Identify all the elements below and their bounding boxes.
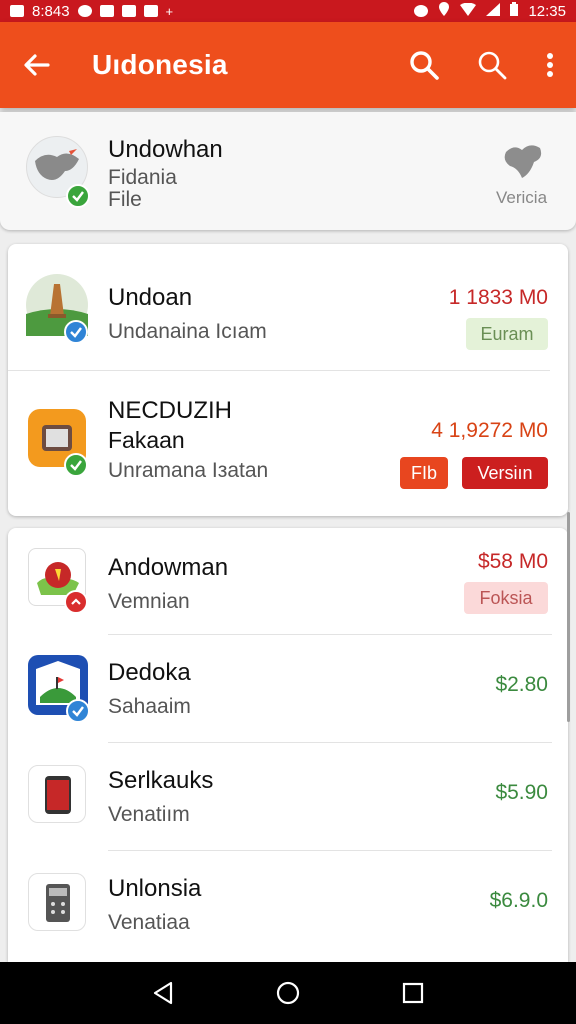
back-button[interactable] bbox=[16, 45, 56, 85]
search-icon bbox=[478, 51, 507, 80]
item-title: NECDUZIH bbox=[108, 397, 232, 424]
nav-home-button[interactable] bbox=[268, 973, 308, 1013]
mail-icon bbox=[10, 5, 24, 17]
nav-back-button[interactable] bbox=[143, 973, 183, 1013]
notification-icon bbox=[77, 5, 92, 17]
phone-icon bbox=[45, 776, 71, 814]
item-price: $58 M0 bbox=[477, 550, 548, 573]
search-icon bbox=[410, 51, 439, 80]
header-title: Undowhan bbox=[108, 136, 223, 163]
sd-card-icon bbox=[99, 5, 114, 17]
list-item[interactable]: Dedoka Sahaaim $2.80 bbox=[8, 635, 568, 742]
app-notification-icon bbox=[143, 5, 158, 17]
scrollbar[interactable] bbox=[567, 512, 570, 722]
map-silhouette-icon bbox=[500, 140, 546, 185]
app-avatar bbox=[28, 873, 86, 931]
header-right-label: Vericia bbox=[496, 188, 548, 207]
item-title: Unlonsia bbox=[108, 875, 202, 902]
version-button[interactable]: Versiın bbox=[462, 457, 548, 489]
item-price: $5.90 bbox=[495, 781, 548, 804]
item-title: Serlkauks bbox=[108, 767, 214, 794]
list-item[interactable]: Undoan Undanaina Icıam 1 1833 M0 Euram bbox=[8, 244, 568, 370]
item-price: $6.9.0 bbox=[489, 889, 548, 912]
badge-icon bbox=[64, 590, 88, 614]
item-price: 4 1,9272 M0 bbox=[431, 419, 548, 442]
search-button[interactable] bbox=[404, 45, 444, 85]
item-subtitle: Unramana Iзatan bbox=[108, 459, 269, 482]
search-secondary-button[interactable] bbox=[472, 45, 512, 85]
alarm-icon bbox=[414, 5, 429, 17]
app-list-card: Andowman Vemnian $58 M0 Foksia Dedoka Sa… bbox=[8, 528, 568, 962]
battery-icon bbox=[510, 2, 519, 20]
back-triangle-icon bbox=[153, 981, 172, 1005]
status-bar: 8:843 + 12:35 bbox=[0, 0, 576, 22]
more-options-button[interactable] bbox=[540, 45, 560, 85]
status-chip[interactable]: Euram bbox=[466, 318, 548, 350]
verified-icon bbox=[64, 453, 88, 477]
image-icon bbox=[121, 5, 136, 17]
item-subtitle: Venatiım bbox=[108, 803, 190, 826]
page-title: Uıdonesia bbox=[92, 49, 228, 80]
list-item[interactable]: NECDUZIH Fakaan Unramana Iзatan 4 1,9272… bbox=[8, 371, 568, 516]
home-circle-icon bbox=[276, 981, 300, 1005]
verified-icon bbox=[66, 699, 90, 723]
list-item[interactable]: Serlkauks Venatiım $5.90 bbox=[8, 743, 568, 850]
verified-icon bbox=[64, 320, 88, 344]
app-bar: Uıdonesia bbox=[0, 22, 576, 108]
status-time-left: 8:843 bbox=[32, 2, 70, 20]
item-title: Undoan bbox=[108, 284, 193, 311]
app-avatar bbox=[28, 765, 86, 823]
signal-icon bbox=[486, 2, 501, 20]
item-title: Dedoka bbox=[108, 659, 191, 686]
featured-list-card: Undoan Undanaina Icıam 1 1833 M0 Euram N… bbox=[8, 244, 568, 516]
calculator-icon bbox=[46, 884, 70, 922]
nav-recents-button[interactable] bbox=[393, 973, 433, 1013]
item-price: 1 1833 M0 bbox=[448, 286, 548, 309]
plus-icon: + bbox=[165, 3, 174, 19]
item-subtitle: Vemnian bbox=[108, 590, 190, 613]
recents-square-icon bbox=[403, 982, 424, 1004]
location-icon bbox=[438, 2, 450, 20]
arrow-back-icon bbox=[24, 54, 50, 76]
item-subtitle: Undanaina Icıam bbox=[108, 320, 267, 343]
verified-icon bbox=[66, 184, 90, 208]
more-vert-icon bbox=[547, 53, 553, 77]
list-item[interactable]: Unlonsia Venatiaa $6.9.0 bbox=[8, 851, 568, 958]
status-time-right: 12:35 bbox=[528, 2, 566, 20]
system-nav-bar bbox=[0, 962, 576, 1024]
country-header-card[interactable]: Undowhan Fidania File Vericia bbox=[0, 112, 576, 230]
item-subtitle: Sahaaim bbox=[108, 695, 191, 718]
item-price: $2.80 bbox=[495, 673, 548, 696]
item-subtitle: Venatiaa bbox=[108, 911, 190, 934]
item-title: Andowman bbox=[108, 554, 229, 581]
file-button[interactable]: FIb bbox=[400, 457, 448, 489]
status-chip[interactable]: Foksia bbox=[464, 582, 548, 614]
item-subtitle-secondary: Fakaan bbox=[108, 427, 185, 453]
header-subtitle: Fidania bbox=[108, 166, 177, 189]
header-caption: File bbox=[108, 188, 142, 211]
list-item[interactable]: Andowman Vemnian $58 M0 Foksia bbox=[8, 528, 568, 634]
wifi-icon bbox=[460, 2, 477, 20]
